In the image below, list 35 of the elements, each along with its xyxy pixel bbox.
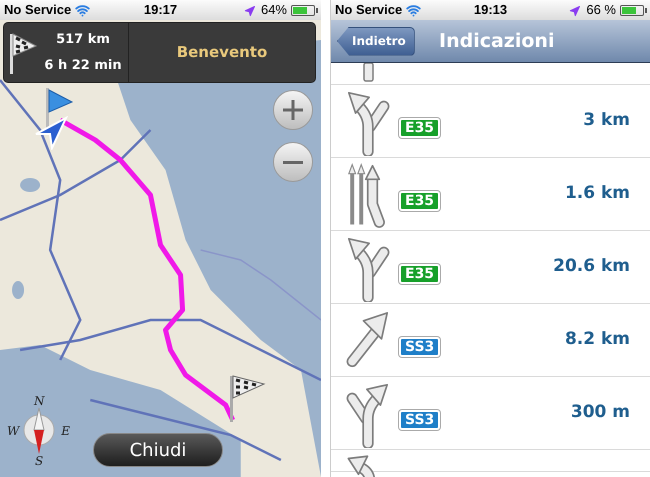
road-shield: E35: [399, 118, 440, 138]
road-shield: SS3: [399, 410, 440, 430]
carrier-name: No Service: [335, 1, 402, 20]
compass-west-label: W: [7, 423, 20, 440]
distance-text: 8.2 km: [564, 328, 630, 352]
distance-remaining: 517 km: [56, 31, 110, 49]
road-shield: E35: [399, 264, 440, 284]
wifi-icon: [406, 2, 422, 18]
clock-time: 19:17: [144, 1, 178, 20]
battery-percentage: 64%: [260, 1, 287, 20]
battery-percentage: 66 %: [586, 1, 616, 20]
compass-north-label: N: [34, 393, 44, 410]
distance-text: 300 m: [570, 401, 630, 424]
wifi-icon: [75, 2, 90, 18]
plus-icon: [281, 98, 305, 122]
compass-south-label: S: [35, 453, 44, 470]
position-arrow-icon: [34, 116, 68, 150]
road-shield: E35: [399, 191, 440, 211]
distance-text: 3 km: [583, 109, 630, 132]
distance-text: 1.6 km: [564, 182, 630, 206]
close-button[interactable]: Chiudi: [93, 433, 223, 467]
distance-text: 20.6 km: [553, 255, 630, 278]
straight-arrow-icon: [363, 63, 374, 82]
battery-icon: [291, 4, 315, 16]
compass-east-label: E: [61, 423, 70, 440]
carrier-name: No Service: [4, 1, 72, 20]
minus-icon: [283, 160, 303, 164]
compass-icon: [22, 406, 56, 456]
time-remaining: 6 h 22 min: [44, 56, 122, 74]
destination-name: Benevento: [176, 42, 268, 64]
screen-title: Indicazioni: [439, 28, 554, 54]
road-shield: SS3: [399, 337, 440, 357]
clock-time: 19:13: [474, 1, 508, 20]
back-button[interactable]: Indietro: [337, 26, 415, 56]
battery-icon: [620, 4, 644, 16]
